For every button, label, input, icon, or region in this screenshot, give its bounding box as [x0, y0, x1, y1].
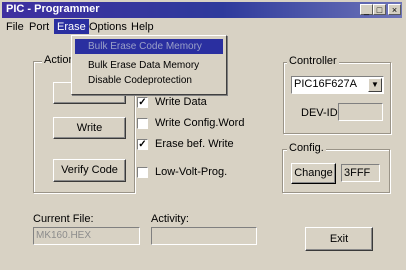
checkmark-icon: ✓: [138, 139, 147, 150]
minimize-button[interactable]: _: [360, 4, 373, 15]
menu-port[interactable]: Port: [28, 21, 50, 33]
write-data-label: Write Data: [155, 96, 207, 108]
menu-help[interactable]: Help: [130, 21, 155, 33]
write-config-word-label: Write Config.Word: [155, 117, 245, 129]
chevron-down-icon[interactable]: ▼: [368, 78, 382, 92]
menu-item-disable-codeprotection[interactable]: Disable Codeprotection: [75, 73, 223, 88]
dev-id-label: DEV-ID: [301, 107, 338, 119]
config-change-button[interactable]: Change: [291, 163, 336, 184]
activity-field: [151, 227, 257, 245]
verify-code-button[interactable]: Verify Code: [53, 159, 126, 182]
low-volt-prog-checkbox[interactable]: [137, 167, 148, 178]
config-value-field: 3FFF: [341, 164, 380, 182]
low-volt-prog-label: Low-Volt-Prog.: [155, 166, 228, 178]
programmer-window: PIC - Programmer _ □ × File Port Erase O…: [0, 0, 406, 270]
current-file-label: Current File:: [33, 213, 94, 225]
menu-erase[interactable]: Erase: [54, 19, 89, 34]
checkmark-icon: ✓: [138, 97, 147, 108]
window-title: PIC - Programmer: [6, 3, 100, 15]
controller-group-label: Controller: [287, 55, 339, 67]
current-file-field: MK160.HEX: [33, 227, 140, 245]
write-button[interactable]: Write: [53, 117, 126, 139]
write-config-word-checkbox[interactable]: [137, 118, 148, 129]
close-button[interactable]: ×: [388, 4, 401, 15]
menu-item-bulk-erase-code[interactable]: Bulk Erase Code Memory: [75, 39, 223, 54]
menu-options[interactable]: Options: [88, 21, 128, 33]
menu-item-bulk-erase-data[interactable]: Bulk Erase Data Memory: [75, 58, 223, 73]
exit-button[interactable]: Exit: [305, 227, 373, 251]
write-data-checkbox[interactable]: ✓: [137, 97, 148, 108]
config-group-label: Config.: [287, 142, 326, 154]
menu-file[interactable]: File: [5, 21, 25, 33]
erase-before-write-label: Erase bef. Write: [155, 138, 234, 150]
maximize-button[interactable]: □: [373, 4, 386, 15]
menu-bar: File Port Erase Options Help: [2, 19, 402, 36]
controller-select[interactable]: PIC16F627A ▼: [291, 76, 384, 94]
erase-menu-dropdown: Bulk Erase Code Memory Bulk Erase Data M…: [71, 35, 227, 95]
activity-label: Activity:: [151, 213, 189, 225]
dev-id-field: [338, 103, 383, 121]
controller-select-value: PIC16F627A: [294, 78, 357, 90]
title-bar[interactable]: PIC - Programmer _ □ ×: [2, 2, 402, 18]
controller-group: [283, 62, 391, 134]
erase-before-write-checkbox[interactable]: ✓: [137, 139, 148, 150]
